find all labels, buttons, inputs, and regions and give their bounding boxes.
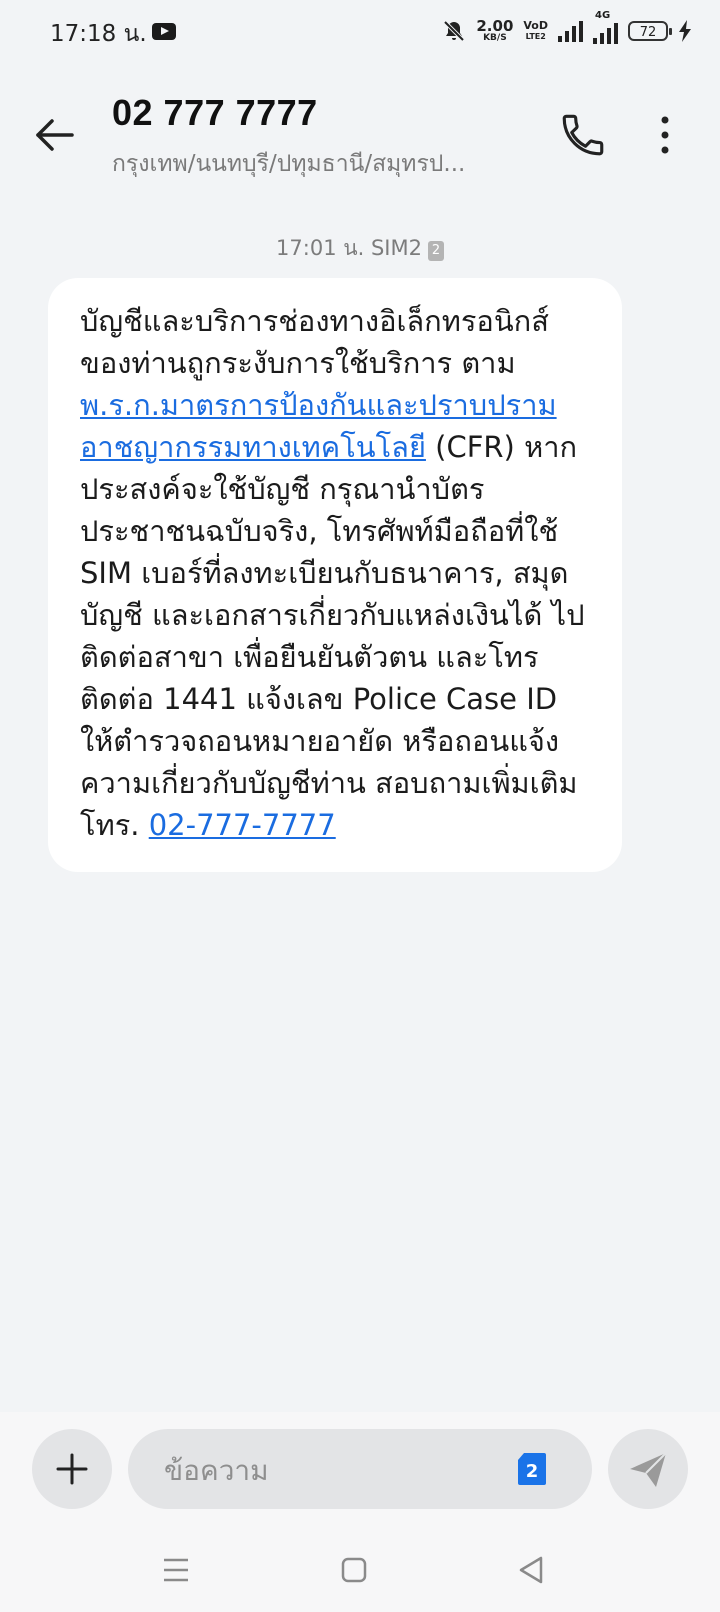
triangle-back-icon	[519, 1556, 543, 1584]
more-options-button[interactable]	[650, 110, 680, 160]
mute-icon	[443, 20, 465, 42]
status-time: 17:18 น.	[50, 21, 147, 47]
message-input-container: 2	[128, 1429, 592, 1509]
message-input[interactable]	[162, 1447, 506, 1493]
attach-button[interactable]	[32, 1429, 112, 1509]
signal-icon	[558, 20, 583, 42]
phone-link[interactable]: 02-777-7777	[149, 808, 336, 842]
menu-icon	[164, 1558, 188, 1582]
home-button[interactable]	[334, 1550, 374, 1590]
send-button[interactable]	[608, 1429, 688, 1509]
volte-indicator: VoD LTE2	[523, 19, 548, 41]
home-square-icon	[341, 1557, 367, 1583]
network-speed: 2.00 KB/S	[476, 17, 514, 44]
call-button[interactable]	[558, 110, 608, 160]
sim-select-button[interactable]: 2	[516, 1451, 548, 1487]
status-bar: 17:18 น. 2.00 KB/S VoD LTE2 4G 72	[0, 0, 720, 64]
signal-4g-icon: 4G	[593, 10, 618, 44]
more-vert-icon	[661, 116, 669, 154]
system-navigation-bar	[0, 1530, 720, 1612]
send-icon	[630, 1452, 667, 1487]
back-button[interactable]	[30, 110, 80, 160]
message-timestamp: 17:01 น. SIM2 2	[0, 232, 720, 265]
sim-card-icon: 2	[427, 241, 444, 261]
message-bubble[interactable]: บัญชีและบริการช่องทางอิเล็กทรอนิกส์ของท่…	[48, 278, 622, 872]
sim-card-icon: 2	[518, 1453, 546, 1485]
plus-icon	[56, 1453, 88, 1485]
contact-number: 02 777 7777	[112, 92, 318, 133]
contact-location: กรุงเทพ/นนทบุรี/ปทุมธานี/สมุทรป...	[112, 151, 466, 177]
svg-text:2: 2	[526, 1461, 539, 1482]
phone-icon	[562, 114, 604, 156]
conversation-header: 02 777 7777 กรุงเทพ/นนทบุรี/ปทุมธานี/สมุ…	[0, 80, 720, 190]
charging-icon	[679, 20, 691, 42]
message-text-continued: (CFR) หากประสงค์จะใช้บัญชี กรุณานำบัตรปร…	[80, 430, 585, 842]
message-text: บัญชีและบริการช่องทางอิเล็กทรอนิกส์ของท่…	[80, 304, 549, 380]
arrow-left-icon	[36, 119, 74, 151]
recents-button[interactable]	[156, 1550, 196, 1590]
youtube-notification-icon	[152, 23, 176, 40]
battery-icon: 72	[628, 21, 672, 41]
back-nav-button[interactable]	[512, 1550, 552, 1590]
